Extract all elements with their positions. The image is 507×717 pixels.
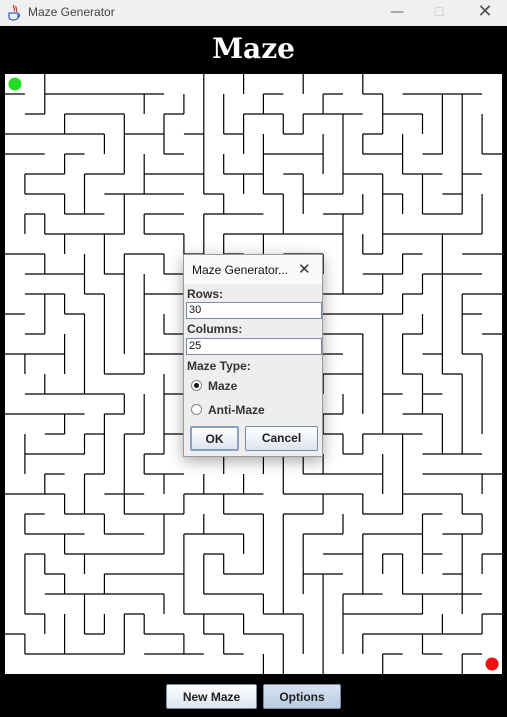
dialog-titlebar: Maze Generator... ✕ bbox=[184, 255, 322, 284]
rows-input[interactable]: 30 bbox=[186, 302, 322, 319]
maze-radio-label[interactable]: Maze bbox=[208, 379, 237, 393]
maze-radio[interactable] bbox=[191, 380, 202, 391]
maze-type-label: Maze Type: bbox=[187, 359, 251, 373]
close-window-button[interactable]: ✕ bbox=[462, 0, 507, 26]
ok-button[interactable]: OK bbox=[190, 426, 239, 451]
java-app-icon bbox=[8, 4, 21, 21]
options-dialog: Maze Generator... ✕ Rows: 30 Columns: 25… bbox=[183, 254, 323, 457]
window-title: Maze Generator bbox=[28, 5, 115, 19]
maze-title: Maze bbox=[212, 32, 295, 65]
anti-maze-radio[interactable] bbox=[191, 404, 202, 415]
columns-input[interactable]: 25 bbox=[186, 338, 322, 355]
cancel-button[interactable]: Cancel bbox=[245, 426, 318, 451]
radio-selected-dot bbox=[194, 383, 199, 388]
dialog-close-icon[interactable]: ✕ bbox=[298, 260, 311, 278]
maximize-button[interactable]: ☐ bbox=[416, 0, 462, 26]
window-titlebar: Maze Generator — ☐ ✕ bbox=[0, 0, 507, 26]
minimize-button[interactable]: — bbox=[374, 0, 420, 26]
maze-start-marker bbox=[8, 77, 22, 91]
new-maze-button[interactable]: New Maze bbox=[166, 684, 257, 709]
rows-label: Rows: bbox=[187, 287, 223, 301]
maze-end-marker bbox=[485, 657, 499, 671]
options-button[interactable]: Options bbox=[263, 684, 341, 709]
anti-maze-radio-label[interactable]: Anti-Maze bbox=[208, 403, 265, 417]
dialog-title: Maze Generator... bbox=[192, 263, 289, 277]
columns-label: Columns: bbox=[187, 322, 243, 336]
